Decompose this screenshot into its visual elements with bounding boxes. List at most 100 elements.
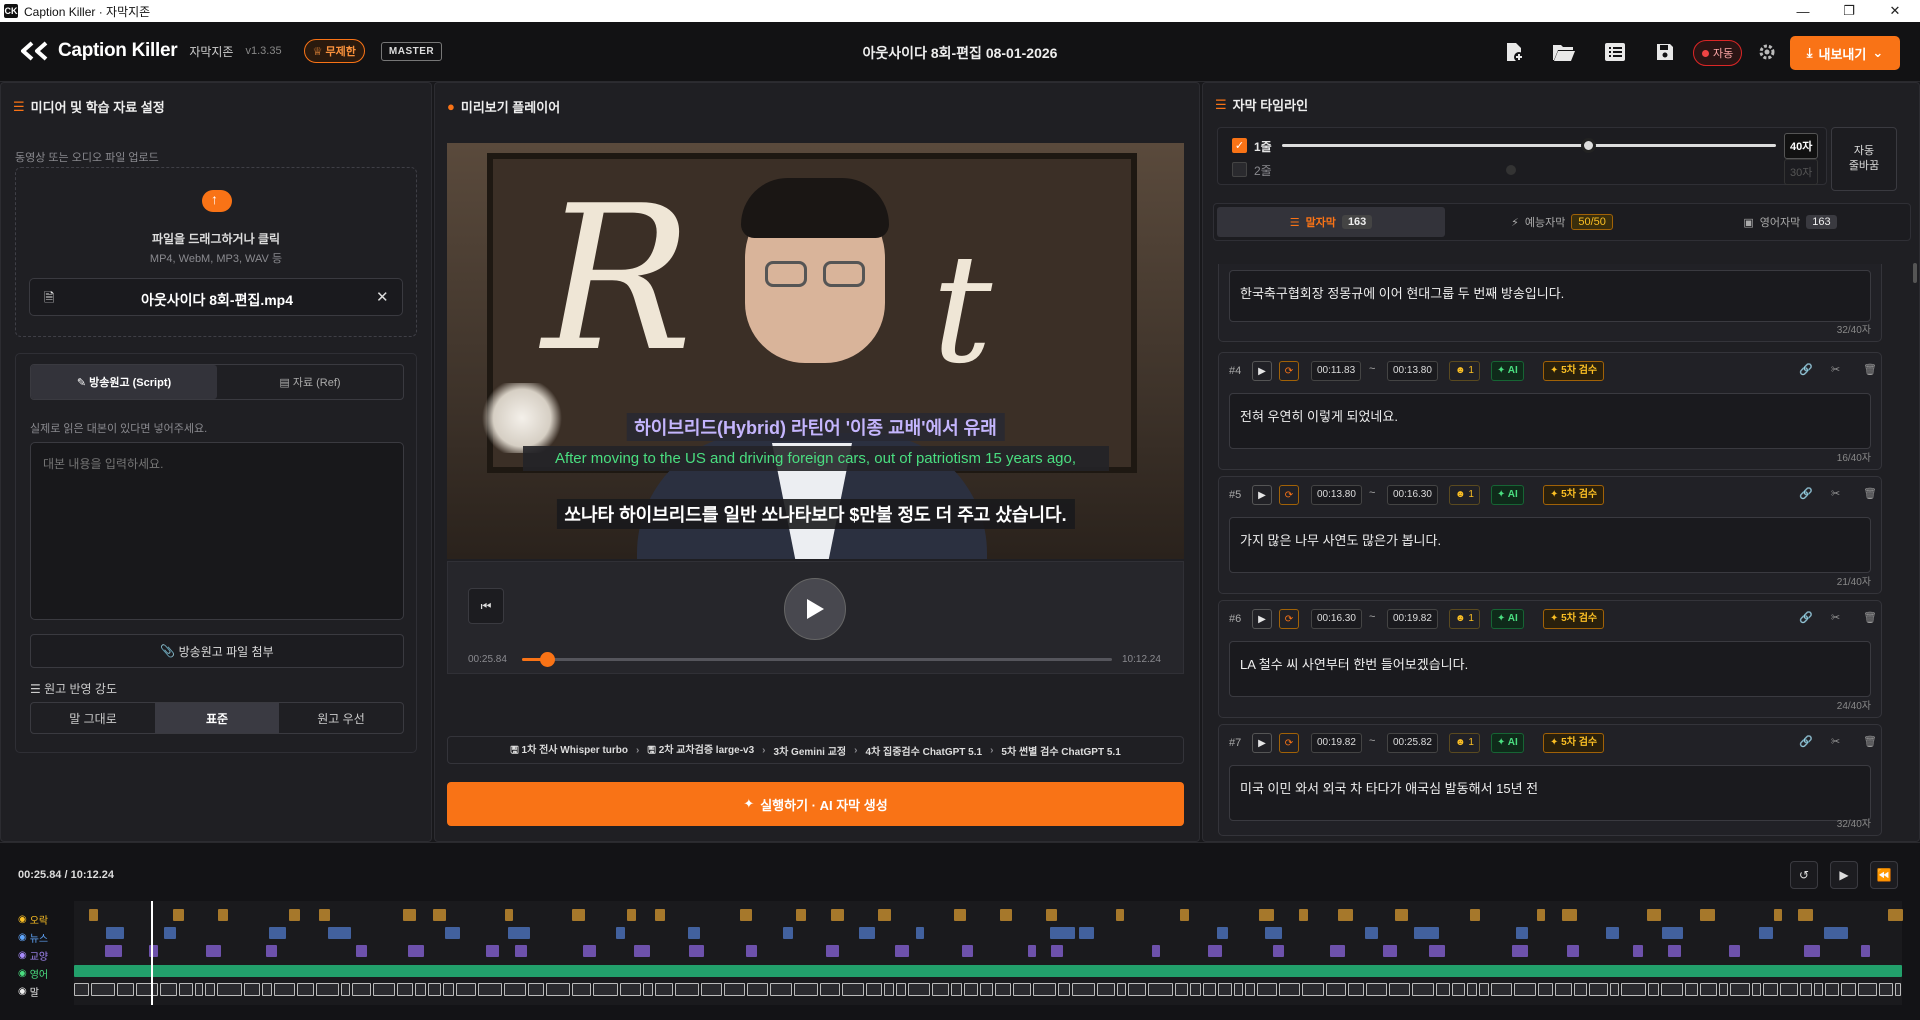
timeline-speech-block[interactable] <box>1814 983 1823 996</box>
timeline-block[interactable] <box>1116 909 1124 921</box>
line1-value[interactable]: 40자 <box>1784 133 1819 159</box>
timeline-block[interactable] <box>505 909 513 921</box>
upload-dropzone[interactable]: ↑ 파일을 드래그하거나 클릭 MP4, WebM, MP3, WAV 등 🗎 … <box>15 167 417 337</box>
timeline-speech-block[interactable] <box>415 983 426 996</box>
timeline-speech-block[interactable] <box>1479 983 1489 996</box>
timeline-speech-block[interactable] <box>428 983 441 996</box>
timeline-block[interactable] <box>1567 945 1579 957</box>
refresh-icon[interactable]: ⟳ <box>1279 361 1299 381</box>
timeline-speech-block[interactable] <box>1033 983 1056 996</box>
timeline-block[interactable] <box>1395 909 1408 921</box>
strength-option-literal[interactable]: 말 그대로 <box>31 703 155 733</box>
timeline-block[interactable] <box>433 909 446 921</box>
track-label-speech[interactable]: ◉ 말 <box>18 984 39 999</box>
link-icon[interactable]: 🔗 <box>1799 487 1813 500</box>
script-textarea[interactable] <box>30 442 404 620</box>
timeline-speech-block[interactable] <box>1763 983 1778 996</box>
timeline-block[interactable] <box>1774 909 1782 921</box>
timeline-speech-block[interactable] <box>262 983 272 996</box>
speaker-badge[interactable]: ☻ 1 <box>1449 485 1480 505</box>
timeline-speech-block[interactable] <box>205 983 215 996</box>
timeline-block[interactable] <box>1861 945 1870 957</box>
timeline-block[interactable] <box>1729 945 1740 957</box>
timeline-speech-block[interactable] <box>1825 983 1839 996</box>
play-button[interactable] <box>784 578 846 640</box>
end-time[interactable]: 00:16.30 <box>1387 485 1438 505</box>
timeline-english-track[interactable] <box>74 965 1902 977</box>
timeline-block[interactable] <box>1265 927 1282 939</box>
timeline-speech-block[interactable] <box>1412 983 1434 996</box>
skip-back-button[interactable]: ⏮ <box>468 588 504 624</box>
timeline-speech-block[interactable] <box>896 983 906 996</box>
timeline-block[interactable] <box>1414 927 1439 939</box>
timeline-block[interactable] <box>746 945 757 957</box>
subtitle-text[interactable]: LA 철수 씨 사연부터 한번 들어보겠습니다. <box>1229 641 1871 697</box>
timeline-speech-block[interactable] <box>546 983 570 996</box>
timeline-block[interactable] <box>1633 945 1643 957</box>
timeline-speech-block[interactable] <box>908 983 930 996</box>
line2-checkbox[interactable] <box>1232 162 1247 177</box>
trash-icon[interactable]: 🗑 <box>1863 363 1877 376</box>
timeline-block[interactable] <box>1338 909 1353 921</box>
timeline-block[interactable] <box>954 909 966 921</box>
video-frame[interactable]: R t 하이브리드(Hybrid) 라틴어 '이종 교배'에서 유래 After… <box>447 143 1184 559</box>
start-time[interactable]: 00:11.83 <box>1311 361 1362 381</box>
timeline-block[interactable] <box>1429 945 1445 957</box>
timeline-block[interactable] <box>1562 909 1577 921</box>
timeline-speech-block[interactable] <box>1467 983 1477 996</box>
timeline-speech-block[interactable] <box>701 983 722 996</box>
timeline-block[interactable] <box>783 927 793 939</box>
subtitle-text[interactable]: 가지 많은 나무 사연도 많은가 봅니다. <box>1229 517 1871 573</box>
open-folder-icon[interactable] <box>1549 38 1579 66</box>
timeline-block[interactable] <box>583 945 596 957</box>
timeline-speech-block[interactable] <box>504 983 526 996</box>
timeline-speech-block[interactable] <box>1175 983 1188 996</box>
timeline-speech-block[interactable] <box>1389 983 1410 996</box>
tab-ref[interactable]: ▤ 자료 (Ref) <box>217 365 403 399</box>
timeline-block[interactable] <box>1000 909 1012 921</box>
timeline-speech-block[interactable] <box>352 983 371 996</box>
timeline-speech-block[interactable] <box>1648 983 1659 996</box>
timeline-block[interactable] <box>1516 927 1528 939</box>
timeline-speech-block[interactable] <box>195 983 203 996</box>
timeline-speech-block[interactable] <box>341 983 350 996</box>
timeline-speech-block[interactable] <box>620 983 641 996</box>
timeline-speech-block[interactable] <box>1279 983 1300 996</box>
run-ai-button[interactable]: ✦ 실행하기 · AI 자막 생성 <box>447 782 1184 826</box>
timeline-speech-block[interactable] <box>1058 983 1070 996</box>
scissors-icon[interactable]: ✂ <box>1831 363 1840 376</box>
seek-knob[interactable] <box>539 652 555 667</box>
timeline-speech-block[interactable] <box>770 983 792 996</box>
start-time[interactable]: 00:16.30 <box>1311 609 1362 629</box>
timeline-speech-block[interactable] <box>1234 983 1243 996</box>
timeline-speech-block[interactable] <box>1097 983 1115 996</box>
timeline-block[interactable] <box>1798 909 1813 921</box>
timeline-speech-block[interactable] <box>528 983 544 996</box>
timeline-speech-block[interactable] <box>1148 983 1173 996</box>
timeline-speech-block[interactable] <box>1700 983 1717 996</box>
link-icon[interactable]: 🔗 <box>1799 363 1813 376</box>
timeline-block[interactable] <box>689 945 704 957</box>
export-button[interactable]: ⤓ 내보내기 ⌄ <box>1790 36 1900 70</box>
timeline-speech-block[interactable] <box>866 983 882 996</box>
new-file-icon[interactable] <box>1499 38 1529 66</box>
play-icon[interactable]: ▶ <box>1252 485 1272 505</box>
timeline-speech-block[interactable] <box>1436 983 1450 996</box>
timeline-speech-block[interactable] <box>1491 983 1512 996</box>
timeline-block[interactable] <box>445 927 460 939</box>
timeline-speech-block[interactable] <box>932 983 949 996</box>
timeline-speech-block[interactable] <box>842 983 864 996</box>
play-icon[interactable]: ▶ <box>1252 361 1272 381</box>
timeline-speech-block[interactable] <box>74 983 89 996</box>
attach-script-button[interactable]: 📎 방송원고 파일 첨부 <box>30 634 404 668</box>
timeline-speech-block[interactable] <box>572 983 591 996</box>
tab-variety-subtitles[interactable]: ⚡ 예능자막 50/50 <box>1448 204 1676 240</box>
timeline-speech-block[interactable] <box>1452 983 1465 996</box>
timeline-speech-block[interactable] <box>794 983 818 996</box>
track-label-english[interactable]: ◉ 영어 <box>18 966 48 981</box>
timeline-speech-block[interactable] <box>1555 983 1572 996</box>
timeline-block[interactable] <box>1759 927 1773 939</box>
timeline-speech-block[interactable] <box>1730 983 1750 996</box>
timeline-block[interactable] <box>269 927 286 939</box>
remove-file-icon[interactable]: ✕ <box>376 288 389 306</box>
